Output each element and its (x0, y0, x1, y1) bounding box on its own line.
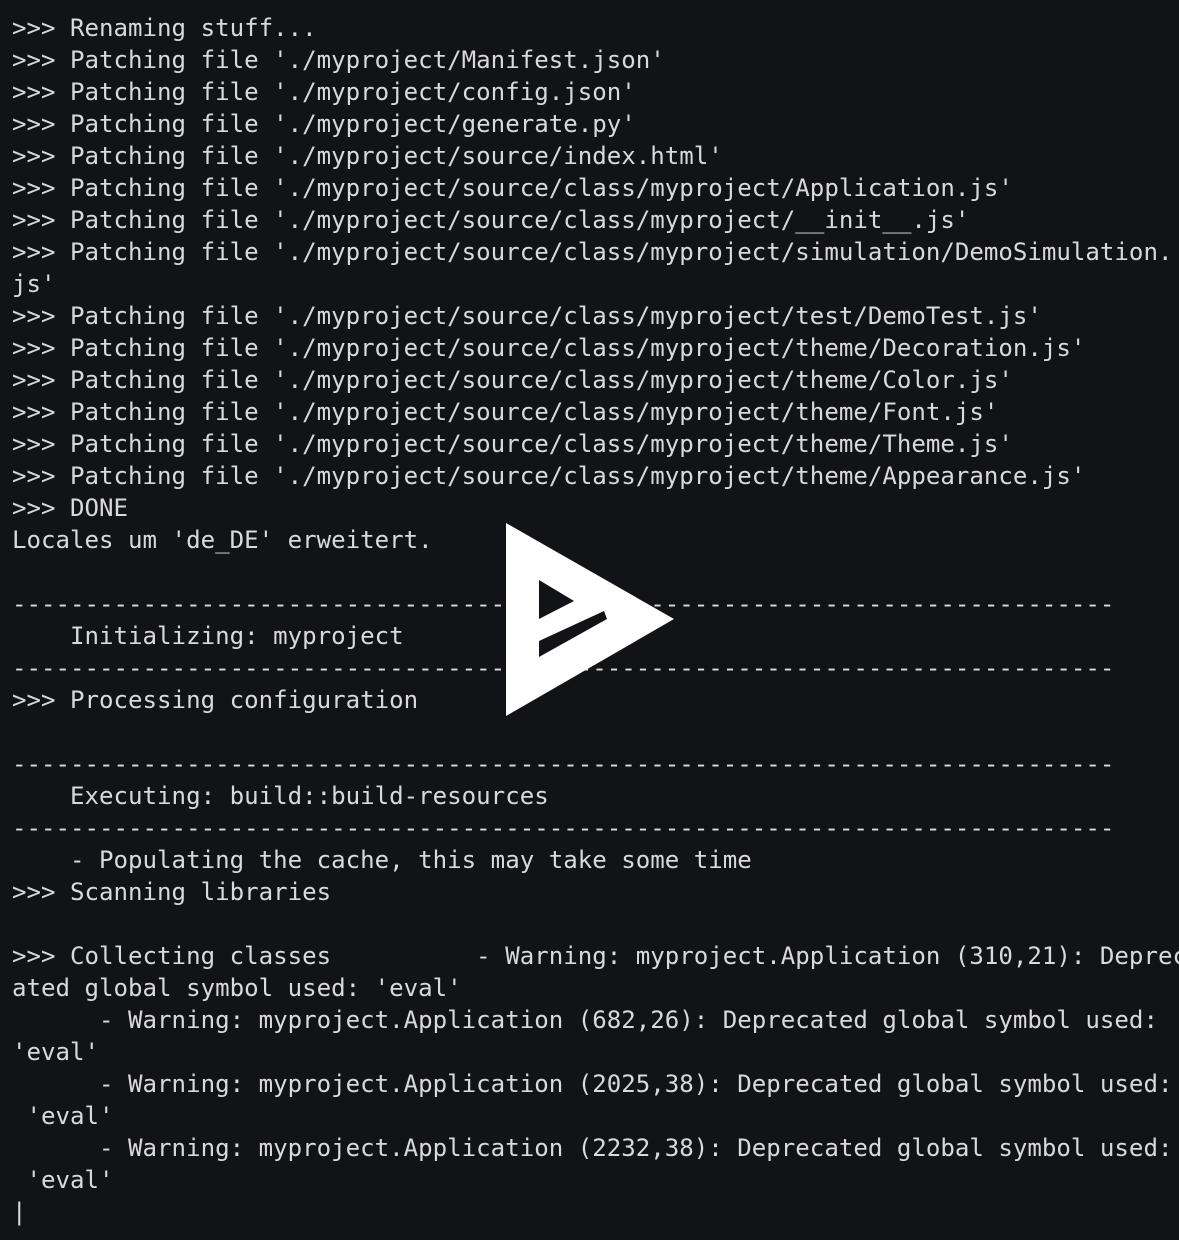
terminal-line: 'eval' (12, 1102, 114, 1130)
terminal-line: ated global symbol used: 'eval' (12, 974, 462, 1002)
terminal-line: >>> Patching file './myproject/source/cl… (12, 302, 1042, 330)
terminal-line: >>> Patching file './myproject/config.js… (12, 78, 636, 106)
terminal-line: - Warning: myproject.Application (682,26… (12, 1006, 1158, 1034)
terminal-line: >>> Collecting classes - Warning: myproj… (12, 942, 1179, 970)
terminal-line: ----------------------------------------… (12, 814, 1115, 842)
terminal-line: >>> Scanning libraries (12, 878, 332, 906)
terminal-line: >>> Patching file './myproject/source/cl… (12, 398, 999, 426)
terminal-line: | (12, 1198, 27, 1226)
terminal-line: ----------------------------------------… (12, 750, 1115, 778)
terminal-line: 'eval' (12, 1038, 100, 1066)
terminal-line: 'eval' (12, 1166, 114, 1194)
terminal-line: >>> Patching file './myproject/source/cl… (12, 238, 1173, 266)
play-button[interactable] (506, 523, 676, 719)
play-icon (506, 523, 674, 716)
terminal-line: >>> Patching file './myproject/generate.… (12, 110, 636, 138)
terminal-line: >>> Patching file './myproject/source/cl… (12, 462, 1086, 490)
terminal-line: >>> Patching file './myproject/source/cl… (12, 366, 1013, 394)
terminal-line: >>> Patching file './myproject/source/cl… (12, 430, 1013, 458)
terminal-window[interactable]: >>> Renaming stuff... >>> Patching file '… (0, 0, 1179, 1240)
terminal-line: >>> Renaming stuff... (12, 14, 317, 42)
terminal-line: >>> DONE (12, 494, 129, 522)
terminal-line: >>> Patching file './myproject/source/cl… (12, 334, 1086, 362)
terminal-line: >>> Patching file './myproject/source/in… (12, 142, 723, 170)
terminal-line: Executing: build::build-resources (12, 782, 549, 810)
terminal-line: >>> Patching file './myproject/source/cl… (12, 206, 970, 234)
terminal-line: - Populating the cache, this may take so… (12, 846, 752, 874)
terminal-line: - Warning: myproject.Application (2025,3… (12, 1070, 1173, 1098)
terminal-line: - Warning: myproject.Application (2232,3… (12, 1134, 1173, 1162)
terminal-line: >>> Patching file './myproject/Manifest.… (12, 46, 665, 74)
terminal-line: js' (12, 270, 56, 298)
terminal-line: >>> Patching file './myproject/source/cl… (12, 174, 1013, 202)
